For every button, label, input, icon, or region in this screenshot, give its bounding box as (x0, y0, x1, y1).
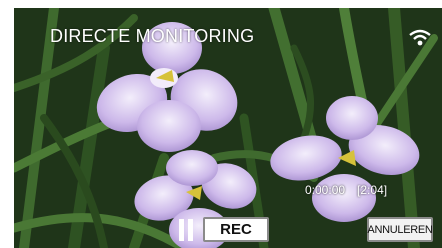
cancel-button[interactable]: ANNULEREN (367, 217, 433, 242)
screen-title: DIRECTE MONITORING (50, 26, 255, 46)
remaining-time: [2:04] (357, 183, 388, 197)
live-monitor-screen: DIRECTE MONITORING 0:00:00 [2:04] REC ANN… (14, 8, 442, 248)
wifi-icon (409, 29, 431, 46)
recording-timer: 0:00:00 [2:04] (305, 183, 387, 197)
rec-button[interactable]: REC (203, 217, 269, 242)
pause-icon[interactable] (179, 219, 193, 241)
elapsed-time: 0:00:00 (305, 183, 346, 197)
